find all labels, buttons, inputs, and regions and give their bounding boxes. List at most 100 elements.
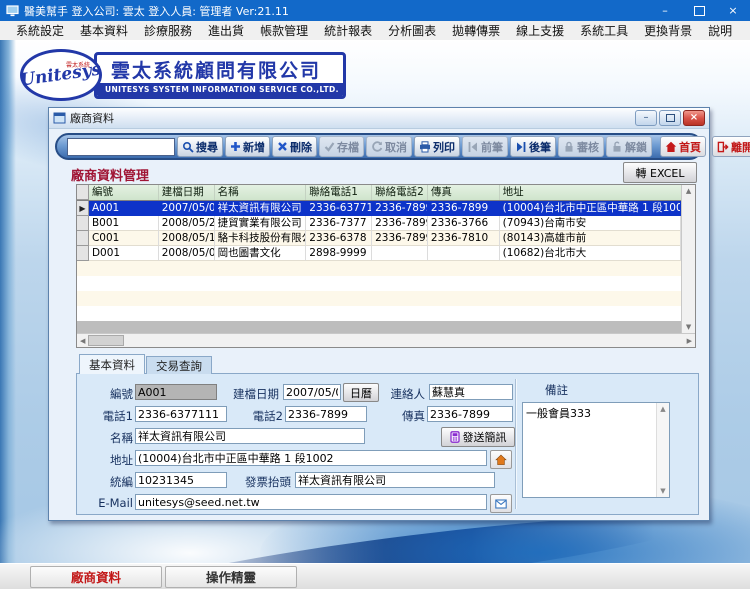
table-row[interactable]: ▶ A001 2007/05/09 祥太資訊有限公司 2336-6377111 …	[77, 201, 682, 216]
search-label: 搜尋	[196, 140, 218, 154]
tab-basic-data[interactable]: 基本資料	[79, 354, 145, 374]
calendar-button[interactable]: 日曆	[343, 383, 379, 402]
menu-item-inventory[interactable]: 進出貨	[200, 22, 252, 39]
column-header-created-date[interactable]: 建檔日期	[159, 185, 215, 200]
search-button[interactable]: 搜尋	[177, 136, 223, 157]
scroll-down-icon[interactable]: ▼	[686, 323, 691, 331]
taskbar-item-operation-wizard[interactable]: 操作精靈	[165, 565, 297, 588]
unlock-icon	[611, 141, 623, 153]
column-header-name[interactable]: 名稱	[215, 185, 307, 200]
cell-code: B001	[88, 216, 159, 231]
minimize-icon[interactable]: –	[635, 110, 657, 126]
close-icon[interactable]: ×	[683, 110, 705, 126]
app-monitor-icon	[6, 4, 19, 17]
cell-name: 捷貿實業有限公司	[214, 216, 307, 231]
menu-item-system-tools[interactable]: 系統工具	[572, 22, 636, 39]
phone2-field[interactable]	[285, 406, 367, 422]
column-header-address[interactable]: 地址	[500, 185, 681, 200]
save-label: 存檔	[337, 140, 359, 154]
close-icon[interactable]: ×	[716, 0, 750, 21]
delete-button[interactable]: 刪除	[272, 136, 317, 157]
row-selector	[77, 216, 89, 231]
window-controls: – ×	[648, 0, 750, 21]
minimize-icon[interactable]: –	[648, 0, 682, 21]
column-header-phone1[interactable]: 聯絡電話1	[306, 185, 373, 200]
invoice-title-label: 發票抬頭	[245, 475, 291, 489]
send-email-button[interactable]	[490, 494, 512, 513]
menu-item-clinic-services[interactable]: 診療服務	[136, 22, 200, 39]
column-header-phone2[interactable]: 聯絡電話2	[372, 185, 428, 200]
notes-scrollbar[interactable]: ▲ ▼	[656, 403, 669, 497]
scroll-left-icon[interactable]: ◀	[80, 337, 85, 345]
scroll-up-icon[interactable]: ▲	[686, 187, 691, 195]
menu-item-basic-data[interactable]: 基本資料	[72, 22, 136, 39]
print-button[interactable]: 列印	[414, 136, 460, 157]
previous-record-button: 前筆	[462, 136, 508, 157]
grid-empty-stripe	[77, 261, 682, 276]
code-field[interactable]	[135, 384, 217, 400]
add-button[interactable]: 新增	[225, 136, 270, 157]
vertical-scrollbar[interactable]: ▲ ▼	[681, 185, 695, 333]
vendor-grid: 編號 建檔日期 名稱 聯絡電話1 聯絡電話2 傳真 地址 ▶ A001 2007…	[76, 184, 696, 348]
invoice-title-field[interactable]	[295, 472, 495, 488]
grid-empty-stripe	[77, 276, 681, 291]
menu-item-system-settings[interactable]: 系統設定	[8, 22, 72, 39]
contact-field[interactable]	[429, 384, 513, 400]
previous-icon	[467, 141, 479, 153]
cell-phone1: 2898-9999	[306, 246, 373, 261]
map-house-button[interactable]	[490, 450, 512, 469]
taskbar-item-vendor-data[interactable]: 廠商資料	[30, 565, 162, 588]
scrollbar-thumb[interactable]	[88, 335, 125, 346]
maximize-icon[interactable]	[682, 0, 716, 21]
notes-label: 備註	[545, 383, 568, 397]
name-field[interactable]	[135, 428, 365, 444]
cell-phone1: 2336-6377111	[306, 201, 373, 216]
email-field[interactable]	[135, 494, 487, 510]
menu-item-accounts[interactable]: 帳款管理	[252, 22, 316, 39]
column-header-code[interactable]: 編號	[89, 185, 159, 200]
table-row[interactable]: B001 2008/05/28 捷貿實業有限公司 2336-7377 2336-…	[77, 216, 682, 231]
menu-item-statistics-reports[interactable]: 統計報表	[316, 22, 380, 39]
next-record-button[interactable]: 後筆	[510, 136, 556, 157]
export-excel-button[interactable]: 轉 EXCEL	[623, 162, 697, 183]
scroll-right-icon[interactable]: ▶	[687, 337, 692, 345]
notes-field[interactable]: 一般會員333 ▲ ▼	[522, 402, 670, 498]
exit-button[interactable]: 離開	[712, 136, 750, 157]
address-field[interactable]	[135, 450, 487, 466]
menu-item-online-support[interactable]: 線上支援	[508, 22, 572, 39]
tab-transaction-query[interactable]: 交易查詢	[146, 356, 212, 374]
table-row[interactable]: D001 2008/05/07 岡也圖書文化 2898-9999 (10682)…	[77, 246, 682, 261]
cell-fax: 2336-3766	[427, 216, 500, 231]
delete-label: 刪除	[290, 140, 312, 154]
cancel-label: 取消	[385, 140, 407, 154]
scroll-down-icon[interactable]: ▼	[660, 487, 665, 495]
menu-item-change-background[interactable]: 更換背景	[636, 22, 700, 39]
home-button[interactable]: 首頁	[660, 136, 706, 157]
main-window-title: 醫美幫手 登入公司: 雲太 登入人員: 管理者 Ver:21.11	[24, 4, 289, 18]
menu-item-help[interactable]: 說明	[700, 22, 740, 39]
main-titlebar: 醫美幫手 登入公司: 雲太 登入人員: 管理者 Ver:21.11 – ×	[0, 0, 750, 21]
cell-fax: 2336-7810	[427, 231, 500, 246]
horizontal-scrollbar[interactable]: ◀ ▶	[77, 333, 695, 347]
menu-item-transfer-vouchers[interactable]: 拋轉傳票	[444, 22, 508, 39]
created-date-field[interactable]	[283, 384, 341, 400]
table-row[interactable]: C001 2008/05/15 駱卡科技股份有限公司 2336-6378 233…	[77, 231, 682, 246]
detail-tabs: 基本資料 交易查詢	[79, 354, 213, 374]
send-sms-button[interactable]: 發送簡訊	[441, 427, 515, 447]
tax-id-field[interactable]	[135, 472, 227, 488]
fax-field[interactable]	[427, 406, 513, 422]
search-input[interactable]	[67, 137, 175, 156]
company-name-en: UNITESYS SYSTEM INFORMATION SERVICE CO.,…	[97, 82, 343, 96]
save-button: 存檔	[319, 136, 364, 157]
next-label: 後筆	[529, 140, 551, 154]
scroll-up-icon[interactable]: ▲	[660, 405, 665, 413]
maximize-icon[interactable]	[659, 110, 681, 126]
grid-selector-header	[77, 185, 89, 200]
notes-text[interactable]: 一般會員333	[523, 403, 656, 497]
menu-item-analysis-charts[interactable]: 分析圖表	[380, 22, 444, 39]
exit-icon	[717, 141, 729, 153]
page-title: 廠商資料管理	[71, 169, 150, 184]
phone1-field[interactable]	[135, 406, 227, 422]
column-header-fax[interactable]: 傳真	[428, 185, 500, 200]
menu-bar: 系統設定 基本資料 診療服務 進出貨 帳款管理 統計報表 分析圖表 拋轉傳票 線…	[0, 21, 750, 41]
